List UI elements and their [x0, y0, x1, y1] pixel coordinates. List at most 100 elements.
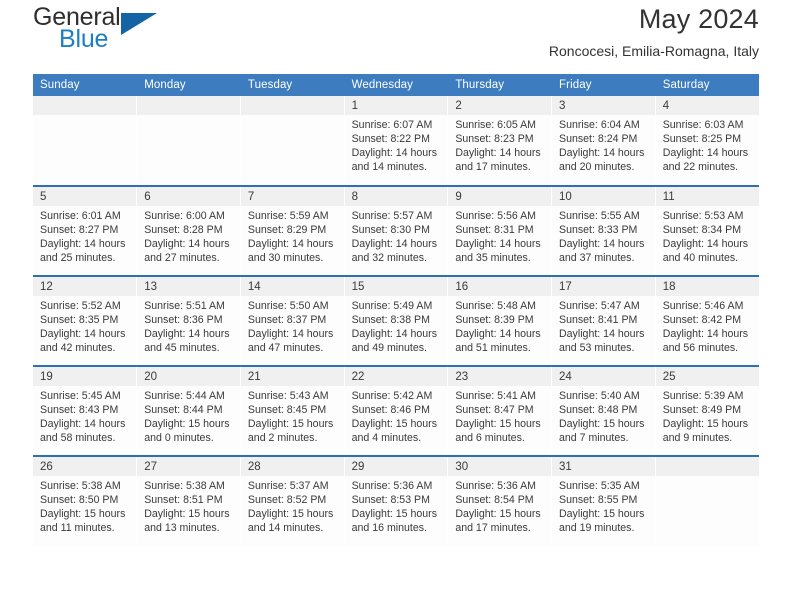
day-number: 16	[448, 277, 552, 296]
calendar-week-row: 1 Sunrise: 6:07 AM Sunset: 8:22 PM Daylight…	[33, 96, 759, 186]
brand-logo[interactable]: General Blue	[33, 0, 213, 56]
daylight-text-line2: and 7 minutes.	[559, 432, 629, 445]
day-number: 12	[33, 277, 137, 296]
daylight-text-line2: and 19 minutes.	[559, 522, 635, 535]
day-details: Sunrise: 5:45 AM Sunset: 8:43 PM Daylight:…	[33, 386, 136, 445]
day-number: 15	[344, 277, 448, 296]
calendar-cell-day[interactable]: 12 Sunrise: 5:52 AM Sunset: 8:35 PM Dayligh…	[33, 275, 138, 366]
sunrise-text: Sunrise: 5:36 AM	[351, 480, 433, 492]
sunrise-text: Sunrise: 5:44 AM	[144, 390, 225, 402]
location-subtitle: Roncocesi, Emilia-Romagna, Italy	[548, 43, 759, 59]
calendar-cell-day[interactable]: 4 Sunrise: 6:03 AM Sunset: 8:25 PM Daylight…	[655, 96, 759, 186]
daylight-text-line1: Daylight: 14 hours	[247, 238, 334, 251]
sunset-text: Sunset: 8:38 PM	[351, 314, 430, 327]
daylight-text-line1: Daylight: 14 hours	[662, 328, 749, 341]
day-details: Sunrise: 5:40 AM Sunset: 8:48 PM Daylight:…	[552, 386, 655, 445]
day-details: Sunrise: 5:41 AM Sunset: 8:47 PM Daylight:…	[448, 386, 551, 445]
calendar-cell-day[interactable]: 1 Sunrise: 6:07 AM Sunset: 8:22 PM Daylight…	[344, 96, 449, 186]
sunrise-text: Sunrise: 5:40 AM	[559, 390, 640, 402]
sunset-text: Sunset: 8:42 PM	[662, 314, 742, 327]
calendar-cell-day[interactable]: 15 Sunrise: 5:49 AM Sunset: 8:38 PM Dayligh…	[344, 275, 449, 366]
daylight-text-line2: and 17 minutes.	[455, 161, 531, 174]
calendar-cell-day[interactable]: 29 Sunrise: 5:36 AM Sunset: 8:53 PM Dayligh…	[344, 455, 449, 546]
daylight-text-line1: Daylight: 14 hours	[455, 328, 541, 341]
calendar-cell-day[interactable]: 30 Sunrise: 5:36 AM Sunset: 8:54 PM Dayligh…	[447, 455, 553, 546]
daylight-text-line1: Daylight: 14 hours	[40, 238, 126, 251]
day-number: 20	[137, 367, 240, 386]
daylight-text-line2: and 37 minutes.	[559, 252, 635, 265]
day-details: Sunrise: 5:46 AM Sunset: 8:42 PM Daylight:…	[656, 296, 759, 355]
calendar-cell-day[interactable]: 17 Sunrise: 5:47 AM Sunset: 8:41 PM Dayligh…	[551, 275, 656, 366]
day-details: Sunrise: 5:59 AM Sunset: 8:29 PM Daylight:…	[241, 206, 344, 265]
day-number: 9	[448, 187, 552, 206]
day-details: Sunrise: 6:03 AM Sunset: 8:25 PM Daylight:…	[656, 115, 759, 174]
daylight-text-line1: Daylight: 15 hours	[662, 418, 749, 431]
calendar-cell-day[interactable]: 22 Sunrise: 5:42 AM Sunset: 8:46 PM Dayligh…	[344, 365, 449, 456]
calendar-cell-day[interactable]: 18 Sunrise: 5:46 AM Sunset: 8:42 PM Dayligh…	[655, 275, 759, 366]
sunset-text: Sunset: 8:48 PM	[559, 404, 638, 417]
daylight-text-line1: Daylight: 15 hours	[351, 418, 437, 431]
day-details: Sunrise: 6:01 AM Sunset: 8:27 PM Daylight:…	[33, 206, 136, 265]
daylight-text-line2: and 16 minutes.	[351, 522, 427, 535]
calendar-cell-day[interactable]: 27 Sunrise: 5:38 AM Sunset: 8:51 PM Dayligh…	[136, 455, 241, 546]
calendar-cell-day[interactable]: 7 Sunrise: 5:59 AM Sunset: 8:29 PM Daylight…	[240, 185, 345, 276]
daylight-text-line1: Daylight: 14 hours	[144, 328, 230, 341]
calendar-cell-day[interactable]: 9 Sunrise: 5:56 AM Sunset: 8:31 PM Daylight…	[447, 185, 553, 276]
calendar-cell-day[interactable]: 3 Sunrise: 6:04 AM Sunset: 8:24 PM Daylight…	[551, 96, 656, 186]
sunrise-text: Sunrise: 6:03 AM	[662, 119, 744, 131]
calendar-cell-day[interactable]: 14 Sunrise: 5:50 AM Sunset: 8:37 PM Dayligh…	[240, 275, 345, 366]
day-details: Sunrise: 6:05 AM Sunset: 8:23 PM Daylight:…	[448, 115, 551, 174]
daylight-text-line1: Daylight: 14 hours	[559, 147, 645, 160]
weekday-header-saturday: Saturday	[655, 74, 759, 96]
sunrise-text: Sunrise: 5:49 AM	[351, 300, 433, 312]
sunset-text: Sunset: 8:52 PM	[247, 494, 327, 507]
daylight-text-line1: Daylight: 15 hours	[247, 508, 334, 521]
calendar-header-row: Sunday Monday Tuesday Wednesday Thursday…	[33, 74, 759, 96]
calendar-cell-day[interactable]: 20 Sunrise: 5:44 AM Sunset: 8:44 PM Dayligh…	[136, 365, 241, 456]
sunrise-text: Sunrise: 5:46 AM	[662, 300, 744, 312]
sunset-text: Sunset: 8:25 PM	[662, 133, 742, 146]
daylight-text-line2: and 4 minutes.	[351, 432, 422, 445]
page-header: General Blue May 2024 Roncocesi, Emilia-…	[33, 0, 759, 74]
calendar-cell-day[interactable]: 8 Sunrise: 5:57 AM Sunset: 8:30 PM Daylight…	[344, 185, 449, 276]
day-details: Sunrise: 5:35 AM Sunset: 8:55 PM Daylight:…	[552, 476, 655, 535]
triangle-icon	[121, 13, 157, 35]
calendar-cell-day[interactable]: 24 Sunrise: 5:40 AM Sunset: 8:48 PM Dayligh…	[551, 365, 656, 456]
day-number: 4	[655, 96, 759, 115]
calendar-cell-day[interactable]: 23 Sunrise: 5:41 AM Sunset: 8:47 PM Dayligh…	[447, 365, 553, 456]
calendar-cell-day[interactable]: 10 Sunrise: 5:55 AM Sunset: 8:33 PM Dayligh…	[551, 185, 656, 276]
calendar-cell-day[interactable]: 11 Sunrise: 5:53 AM Sunset: 8:34 PM Dayligh…	[655, 185, 759, 276]
sunrise-text: Sunrise: 5:37 AM	[247, 480, 329, 492]
calendar-cell-day[interactable]: 13 Sunrise: 5:51 AM Sunset: 8:36 PM Dayligh…	[136, 275, 241, 366]
calendar-cell-day[interactable]: 16 Sunrise: 5:48 AM Sunset: 8:39 PM Dayligh…	[447, 275, 553, 366]
calendar-cell-day[interactable]: 21 Sunrise: 5:43 AM Sunset: 8:45 PM Dayligh…	[240, 365, 345, 456]
sunset-text: Sunset: 8:43 PM	[40, 404, 119, 417]
sunset-text: Sunset: 8:36 PM	[144, 314, 223, 327]
calendar-cell-day[interactable]: 28 Sunrise: 5:37 AM Sunset: 8:52 PM Dayligh…	[240, 455, 345, 546]
calendar-cell-day[interactable]: 2 Sunrise: 6:05 AM Sunset: 8:23 PM Daylight…	[447, 96, 553, 186]
sunrise-text: Sunrise: 6:05 AM	[455, 119, 536, 131]
day-number: 1	[344, 96, 448, 115]
day-number	[655, 457, 759, 476]
sunrise-text: Sunrise: 5:35 AM	[559, 480, 640, 492]
sunset-text: Sunset: 8:54 PM	[455, 494, 534, 507]
calendar-cell-day[interactable]: 25 Sunrise: 5:39 AM Sunset: 8:49 PM Dayligh…	[655, 365, 759, 456]
day-number: 2	[448, 96, 552, 115]
calendar-cell-day[interactable]: 26 Sunrise: 5:38 AM Sunset: 8:50 PM Dayligh…	[33, 455, 138, 546]
day-number: 29	[344, 457, 448, 476]
sunset-text: Sunset: 8:34 PM	[662, 224, 742, 237]
sunset-text: Sunset: 8:41 PM	[559, 314, 638, 327]
day-details: Sunrise: 5:52 AM Sunset: 8:35 PM Daylight:…	[33, 296, 136, 355]
day-details: Sunrise: 5:39 AM Sunset: 8:49 PM Daylight:…	[656, 386, 759, 445]
sunrise-text: Sunrise: 5:38 AM	[144, 480, 225, 492]
daylight-text-line1: Daylight: 15 hours	[40, 508, 126, 521]
daylight-text-line1: Daylight: 15 hours	[559, 508, 645, 521]
day-number: 11	[655, 187, 759, 206]
calendar-cell-day[interactable]: 31 Sunrise: 5:35 AM Sunset: 8:55 PM Dayligh…	[551, 455, 656, 546]
page-title: May 2024	[638, 4, 759, 34]
daylight-text-line1: Daylight: 15 hours	[247, 418, 334, 431]
sunset-text: Sunset: 8:35 PM	[40, 314, 119, 327]
calendar-cell-day[interactable]: 19 Sunrise: 5:45 AM Sunset: 8:43 PM Dayligh…	[33, 365, 138, 456]
calendar-cell-day[interactable]: 5 Sunrise: 6:01 AM Sunset: 8:27 PM Daylight…	[33, 185, 138, 276]
calendar-cell-day[interactable]: 6 Sunrise: 6:00 AM Sunset: 8:28 PM Daylight…	[136, 185, 241, 276]
